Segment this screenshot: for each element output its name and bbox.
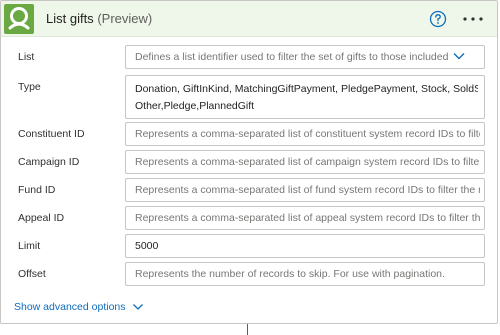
action-card: List gifts (Preview) List Defines a list… xyxy=(0,0,498,324)
list-dropdown[interactable]: Defines a list identifier used to filter… xyxy=(125,45,485,69)
offset-input[interactable]: Represents the number of records to skip… xyxy=(125,262,485,286)
appeal-id-placeholder: Represents a comma-separated list of app… xyxy=(135,212,480,224)
offset-placeholder: Represents the number of records to skip… xyxy=(135,268,445,280)
help-button[interactable] xyxy=(429,10,447,28)
more-horizontal-icon xyxy=(463,17,483,21)
limit-label: Limit xyxy=(18,240,41,252)
fund-id-placeholder: Represents a comma-separated list of fun… xyxy=(135,184,480,196)
appeal-id-label: Appeal ID xyxy=(18,212,65,224)
chevron-down-icon xyxy=(453,53,465,60)
fund-id-label: Fund ID xyxy=(18,184,56,196)
type-value: Donation, GiftInKind, MatchingGiftPaymen… xyxy=(135,81,478,115)
type-field[interactable]: Donation, GiftInKind, MatchingGiftPaymen… xyxy=(125,75,485,119)
more-options-button[interactable] xyxy=(460,9,486,29)
card-title-text: List gifts xyxy=(46,11,94,26)
type-value-line: Other,Pledge,PlannedGift xyxy=(135,100,255,112)
card-header[interactable]: List gifts (Preview) xyxy=(1,1,497,37)
show-advanced-options-label: Show advanced options xyxy=(14,301,126,313)
offset-label: Offset xyxy=(18,268,46,280)
card-title: List gifts (Preview) xyxy=(46,11,152,26)
fund-id-input[interactable]: Represents a comma-separated list of fun… xyxy=(125,178,485,202)
constituent-id-label: Constituent ID xyxy=(18,128,85,140)
list-placeholder: Defines a list identifier used to filter… xyxy=(135,51,448,63)
campaign-id-label: Campaign ID xyxy=(18,156,80,168)
connector-app-icon xyxy=(4,4,34,34)
campaign-id-input[interactable]: Represents a comma-separated list of cam… xyxy=(125,150,485,174)
chevron-down-icon xyxy=(132,304,143,311)
constituent-id-placeholder: Represents a comma-separated list of con… xyxy=(135,128,480,140)
type-value-line: Donation, GiftInKind, MatchingGiftPaymen… xyxy=(135,83,478,95)
appeal-id-input[interactable]: Represents a comma-separated list of app… xyxy=(125,206,485,230)
help-circle-icon xyxy=(429,10,447,28)
limit-input[interactable]: 5000 xyxy=(125,234,485,258)
limit-value: 5000 xyxy=(135,240,159,252)
list-label: List xyxy=(18,51,35,63)
show-advanced-options-link[interactable]: Show advanced options xyxy=(14,301,144,313)
type-label: Type xyxy=(18,81,41,93)
campaign-id-placeholder: Represents a comma-separated list of cam… xyxy=(135,156,480,168)
flow-connector-line xyxy=(247,324,248,335)
constituent-id-input[interactable]: Represents a comma-separated list of con… xyxy=(125,122,485,146)
preview-badge: (Preview) xyxy=(97,11,153,26)
